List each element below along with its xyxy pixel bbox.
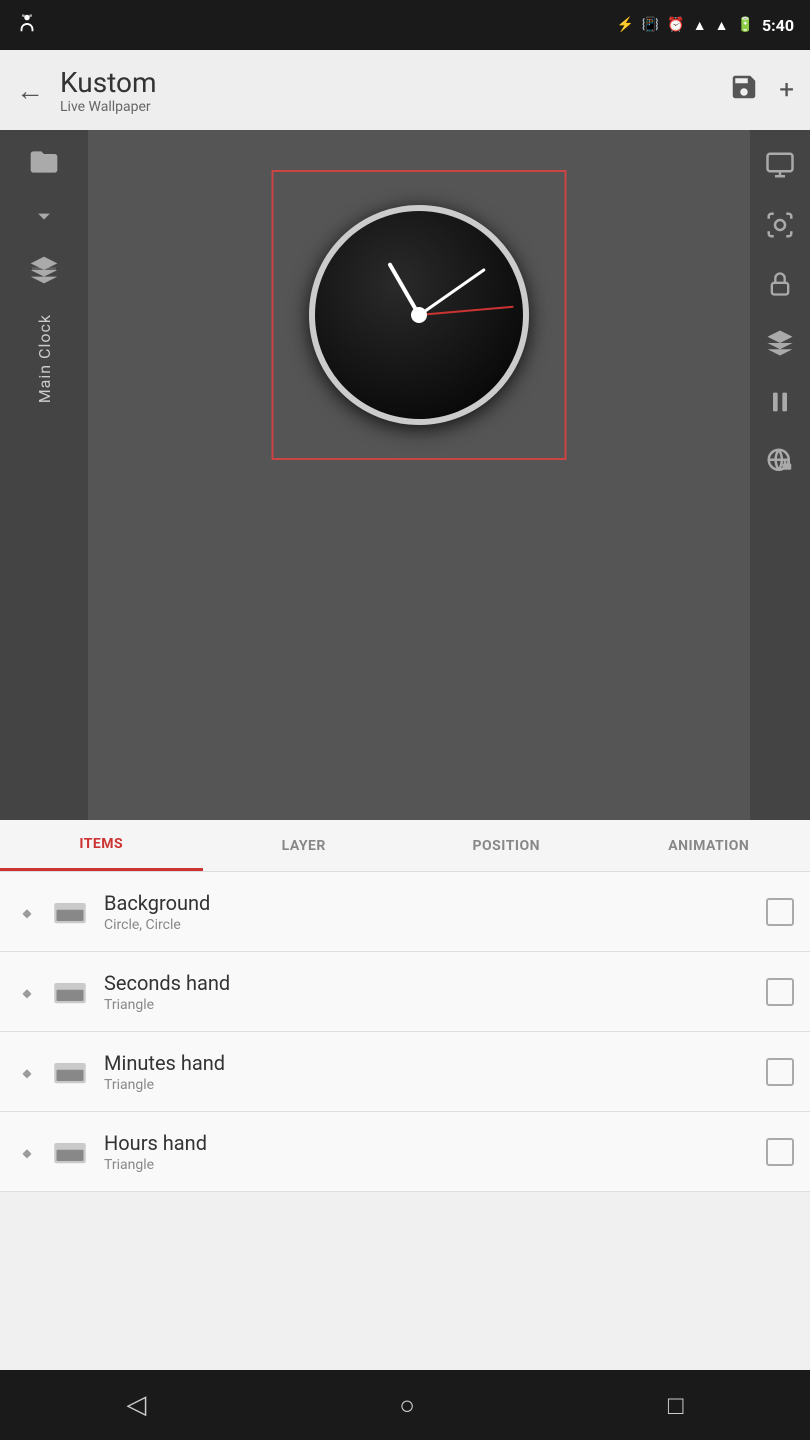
checkbox-hours[interactable] [766, 1138, 794, 1166]
bluetooth-icon: ⚡ [616, 17, 633, 33]
app-subtitle: Live Wallpaper [60, 99, 713, 115]
nav-back-button[interactable]: ◁ [126, 1390, 146, 1420]
list-item[interactable]: Background Circle, Circle [0, 872, 810, 952]
tab-items[interactable]: ITEMS [0, 820, 203, 871]
nav-recent-button[interactable]: □ [668, 1390, 684, 1421]
app-title-group: Kustom Live Wallpaper [60, 66, 713, 115]
layers-stack-icon[interactable] [757, 320, 803, 372]
tab-layer[interactable]: LAYER [203, 820, 406, 871]
item-icon-seconds [50, 972, 90, 1012]
item-sub-minutes: Triangle [104, 1077, 766, 1093]
battery-icon: 🔋 [737, 17, 754, 33]
sort-handle-minutes[interactable] [16, 1061, 38, 1083]
item-sub-hours: Triangle [104, 1157, 766, 1173]
sidebar-label: Main Clock [35, 314, 54, 403]
item-icon-hours [50, 1132, 90, 1172]
left-sidebar: Main Clock [0, 130, 88, 820]
status-time: 5:40 [762, 16, 794, 35]
clock-widget[interactable] [309, 205, 529, 425]
alarm-icon: ⏰ [667, 17, 684, 33]
folder-icon[interactable] [22, 140, 66, 190]
item-name-hours: Hours hand [104, 1131, 766, 1155]
chevron-down-icon[interactable] [24, 196, 64, 242]
status-bar: ⚡ 📳 ⏰ ▲ ▲ 🔋 5:40 [0, 0, 810, 50]
item-text-hours: Hours hand Triangle [104, 1131, 766, 1173]
item-text-seconds: Seconds hand Triangle [104, 971, 766, 1013]
item-name-background: Background [104, 891, 766, 915]
globe-lock-icon[interactable] [757, 438, 803, 490]
nav-home-button[interactable]: ○ [399, 1390, 415, 1421]
sort-handle-seconds[interactable] [16, 981, 38, 1003]
item-name-seconds: Seconds hand [104, 971, 766, 995]
add-button[interactable]: + [779, 75, 794, 105]
item-icon-minutes [50, 1052, 90, 1092]
checkbox-seconds[interactable] [766, 978, 794, 1006]
item-sub-seconds: Triangle [104, 997, 766, 1013]
list-item[interactable]: Minutes hand Triangle [0, 1032, 810, 1112]
status-right: ⚡ 📳 ⏰ ▲ ▲ 🔋 5:40 [616, 16, 794, 35]
capture-icon[interactable] [757, 202, 803, 254]
tab-position[interactable]: POSITION [405, 820, 608, 871]
signal-icon: ▲ [715, 17, 729, 34]
list-item[interactable]: Hours hand Triangle [0, 1112, 810, 1192]
item-icon-background [50, 892, 90, 932]
item-text-background: Background Circle, Circle [104, 891, 766, 933]
status-icon-android [16, 12, 38, 39]
tab-animation[interactable]: ANIMATION [608, 820, 810, 871]
items-list: Background Circle, Circle Seconds hand T… [0, 872, 810, 1192]
list-item[interactable]: Seconds hand Triangle [0, 952, 810, 1032]
back-button[interactable]: ← [16, 74, 44, 107]
clock-center-dot [411, 307, 427, 323]
right-sidebar [750, 130, 810, 820]
item-sub-background: Circle, Circle [104, 917, 766, 933]
pause-icon[interactable] [758, 380, 802, 430]
sort-handle-hours[interactable] [16, 1141, 38, 1163]
item-text-minutes: Minutes hand Triangle [104, 1051, 766, 1093]
canvas-area [88, 130, 750, 820]
save-button[interactable] [729, 72, 759, 109]
clock-face [309, 205, 529, 425]
sort-handle-background[interactable] [16, 901, 38, 923]
layers-icon[interactable] [22, 248, 66, 298]
app-bar: ← Kustom Live Wallpaper + [0, 50, 810, 130]
preview-area: Main Clock [0, 130, 810, 820]
app-bar-actions: + [729, 72, 794, 109]
checkbox-background[interactable] [766, 898, 794, 926]
wifi-icon: ▲ [693, 17, 707, 34]
monitor-icon[interactable] [757, 142, 803, 194]
item-name-minutes: Minutes hand [104, 1051, 766, 1075]
bottom-nav: ◁ ○ □ [0, 1370, 810, 1440]
vibrate-icon: 📳 [642, 17, 659, 33]
checkbox-minutes[interactable] [766, 1058, 794, 1086]
lock-icon[interactable] [758, 262, 802, 312]
app-title: Kustom [60, 66, 713, 99]
tabs-bar: ITEMS LAYER POSITION ANIMATION [0, 820, 810, 872]
